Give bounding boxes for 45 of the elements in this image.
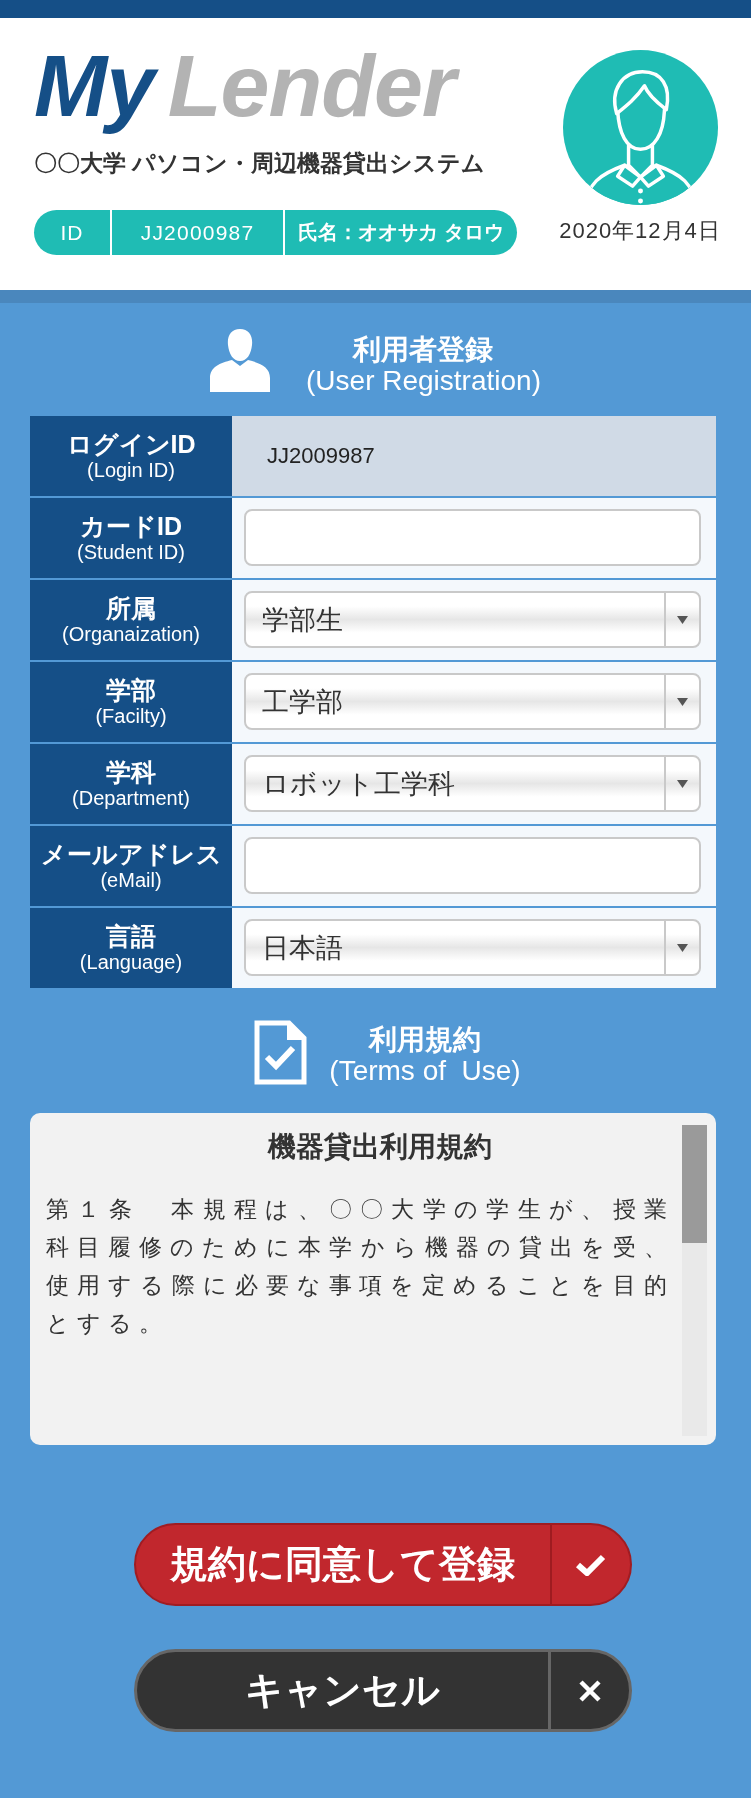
document-check-icon (254, 1020, 308, 1085)
terms-heading: 機器貸出利用規約 (266, 1130, 493, 1164)
dropdown-field[interactable]: 日本語 (244, 919, 701, 976)
text-input-field[interactable] (244, 837, 701, 894)
readonly-field: JJ2009987 (232, 416, 716, 496)
text-input-field[interactable] (244, 509, 701, 566)
user-id: JJ2000987 (110, 210, 285, 255)
person-icon (210, 328, 270, 392)
field-sublabel: (eMail) (100, 868, 162, 892)
scrollbar-thumb[interactable] (682, 1125, 707, 1243)
section-title: 利用規約 (369, 1024, 481, 1055)
field-label: メールアドレス (40, 840, 222, 868)
field-sublabel: (Organaization) (62, 622, 200, 646)
field-label: 言語 (106, 922, 156, 950)
user-name: 氏名：オオサカ タロウ (297, 220, 505, 245)
check-icon (575, 1553, 606, 1576)
field-label: ログインID (66, 430, 196, 458)
field-label: 学部 (106, 676, 156, 704)
date-text: 2020年12月4日 (559, 218, 721, 244)
scrollbar-track[interactable] (682, 1125, 707, 1436)
dropdown-field[interactable]: ロボット工学科 (244, 755, 701, 812)
dropdown-field[interactable]: 学部生 (244, 591, 701, 648)
field-label: カードID (80, 512, 182, 540)
field-label: 所属 (106, 594, 156, 622)
agree-button[interactable]: 規約に同意して登録 (133, 1523, 632, 1606)
caret-icon (677, 615, 688, 624)
dropdown-field[interactable]: 工学部 (244, 673, 701, 730)
field-sublabel: (Login ID) (87, 458, 175, 482)
caret-icon (677, 943, 688, 952)
id-label: ID (59, 219, 85, 246)
app-subtitle: 〇〇大学 パソコン・周辺機器貸出システム (34, 149, 486, 178)
section-subtitle: (Terms of Use) (329, 1055, 521, 1086)
field-sublabel: (Facilty) (95, 704, 167, 728)
field-sublabel: (Language) (79, 950, 183, 974)
terms-text: 第１条 本規程は、〇〇大学の学生が、授業科目履修のために本学から機器の貸出を受、使用する際に必要な事項を定めることを目的とする。 (46, 1195, 674, 1338)
field-sublabel: (Student ID) (77, 540, 185, 564)
cancel-button[interactable]: キャンセル (133, 1649, 632, 1732)
caret-icon (677, 779, 688, 788)
field-sublabel: (Department) (72, 786, 190, 810)
caret-icon (677, 697, 688, 706)
section-title: 利用者登録 (353, 334, 494, 365)
section-subtitle: (User Registration) (306, 365, 541, 396)
avatar-icon (562, 50, 718, 205)
close-icon (578, 1679, 601, 1702)
field-label: 学科 (106, 758, 156, 786)
